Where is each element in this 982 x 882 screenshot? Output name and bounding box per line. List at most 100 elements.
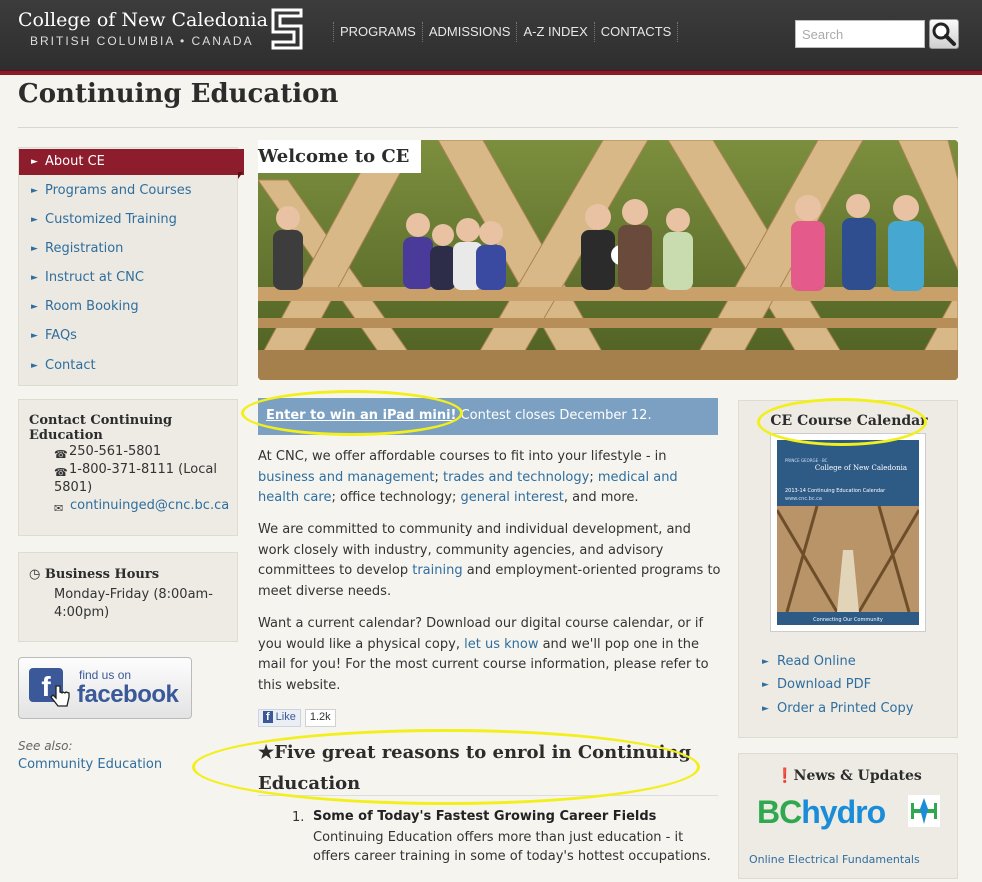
calendar-paragraph: Want a current calendar? Download our di… <box>258 614 722 696</box>
sidebar-item-label: FAQs <box>45 328 77 343</box>
read-online-link[interactable]: Read Online <box>777 654 856 669</box>
like-button[interactable]: f Like <box>258 709 301 727</box>
sidebar-item-label: Contact <box>45 358 96 373</box>
search-button[interactable] <box>929 19 959 49</box>
see-also-label: See also: <box>18 739 73 753</box>
facebook-wordmark: facebook <box>77 681 179 708</box>
search-icon <box>932 22 956 46</box>
tollfree-line: ☎ 1-800-371-8111 (Local <box>54 461 217 479</box>
arrow-right-icon: ► <box>31 157 38 167</box>
cnc-logo-icon[interactable] <box>271 8 303 52</box>
let-us-know-link[interactable]: let us know <box>464 637 538 652</box>
text: ; <box>589 469 598 485</box>
hero-image <box>258 140 958 380</box>
active-item-fold <box>238 172 243 179</box>
tollfree-number: 1-800-371-8111 (Local <box>69 462 217 477</box>
welcome-heading: Welcome to CE <box>258 140 422 173</box>
calendar-cover-image[interactable]: College of New Caledonia PRINCE GEORGE ·… <box>770 433 926 632</box>
text: , and more. <box>563 490 639 505</box>
sidebar-item-programs-courses[interactable]: ► Programs and Courses <box>19 178 239 204</box>
cover-url: www.cnc.bc.ca <box>785 496 822 502</box>
calendar-cover-art: College of New Caledonia PRINCE GEORGE ·… <box>775 440 921 625</box>
electrical-fundamentals-link[interactable]: Online Electrical Fundamentals <box>749 853 920 866</box>
arrow-right-icon: ► <box>31 186 38 196</box>
intro-paragraph: At CNC, we offer affordable courses to f… <box>258 447 722 509</box>
hours-heading-text: Business Hours <box>44 567 160 582</box>
highlight-ellipse-reasons <box>192 729 700 805</box>
email-link[interactable]: continuinged@cnc.bc.ca <box>70 498 229 513</box>
nav-admissions[interactable]: ADMISSIONS <box>421 22 517 42</box>
cover-location: PRINCE GEORGE · BC <box>785 458 828 463</box>
bridge-photo <box>258 140 958 380</box>
like-count: 1.2k <box>304 709 336 727</box>
news-heading: ❗News & Updates <box>739 768 959 784</box>
hand-cursor-icon <box>50 685 70 707</box>
info-icon: ❗ <box>776 768 794 784</box>
email-line: ✉ continuinged@cnc.bc.ca <box>54 497 229 515</box>
text: ; <box>434 469 443 485</box>
highlight-ellipse-contest <box>241 390 463 436</box>
college-name[interactable]: College of New Caledonia <box>18 9 268 31</box>
arrow-right-icon: ► <box>762 704 769 714</box>
nav-contacts[interactable]: CONTACTS <box>593 22 679 42</box>
college-subtitle: BRITISH COLUMBIA • CANADA <box>30 34 254 48</box>
arrow-right-icon: ► <box>31 361 38 371</box>
cover-tagline: Connecting Our Community <box>813 617 883 623</box>
facebook-find-us: find us on <box>79 668 132 682</box>
arrow-right-icon: ► <box>31 273 38 283</box>
bc-text: BC <box>757 794 802 830</box>
cover-title: 2013-14 Continuing Education Calendar <box>785 488 886 494</box>
arrow-right-icon: ► <box>762 657 769 667</box>
hours-line-1: Monday-Friday (8:00am- <box>54 587 213 602</box>
nav-programs[interactable]: PROGRAMS <box>333 22 422 42</box>
order-printed-copy-link[interactable]: Order a Printed Copy <box>777 701 913 716</box>
bc-hydro-icon <box>908 795 940 827</box>
bc-hydro-logo[interactable]: BChydro <box>757 794 940 830</box>
sidebar-item-room-booking[interactable]: ► Room Booking <box>19 294 239 320</box>
reason-title: Some of Today's Fastest Growing Career F… <box>313 809 657 824</box>
arrow-right-icon: ► <box>31 244 38 254</box>
facebook-f-icon: f <box>263 711 273 723</box>
reason-body: Continuing Education offers more than ju… <box>313 830 711 864</box>
top-navigation: PROGRAMS ADMISSIONS A-Z INDEX CONTACTS <box>333 22 679 42</box>
sidebar-item-contact[interactable]: ► Contact <box>19 353 239 379</box>
community-education-link[interactable]: Community Education <box>18 757 162 772</box>
phone-line: ☎ 250-561-5801 <box>54 443 161 461</box>
tollfree-line-2: 5801) <box>54 480 93 495</box>
arrow-right-icon: ► <box>31 331 38 341</box>
general-interest-link[interactable]: general interest <box>460 490 563 505</box>
search-input[interactable]: Search <box>795 20 925 48</box>
sidebar-item-customized-training[interactable]: ► Customized Training <box>19 207 239 233</box>
contest-text: Contest closes December 12. <box>456 408 652 423</box>
trades-link[interactable]: trades and technology <box>443 470 589 485</box>
hours-box: ◷ Business Hours Monday-Friday (8:00am- … <box>18 552 238 642</box>
sidebar-item-label: About CE <box>45 154 105 169</box>
sidebar-item-registration[interactable]: ► Registration <box>19 236 239 262</box>
text: ; office technology; <box>331 490 461 505</box>
highlight-ellipse-calendar <box>757 398 927 446</box>
cover-college: College of New Caledonia <box>815 464 907 472</box>
facebook-like-widget: f Like 1.2k <box>258 709 336 727</box>
envelope-icon: ✉ <box>54 502 64 515</box>
commitment-paragraph: We are committed to community and indivi… <box>258 520 722 602</box>
contact-box: Contact Continuing Education ☎ 250-561-58… <box>18 399 238 536</box>
sidebar-item-label: Customized Training <box>45 212 177 227</box>
sidebar-item-faqs[interactable]: ► FAQs <box>19 323 239 349</box>
sidebar-item-label: Programs and Courses <box>45 183 192 198</box>
header-stripe <box>0 70 982 75</box>
arrow-right-icon: ► <box>762 680 769 690</box>
nav-az-index[interactable]: A-Z INDEX <box>516 22 593 42</box>
hours-line-2: 4:00pm) <box>54 605 110 620</box>
reason-number: 1. <box>292 810 305 825</box>
sidebar-nav: ► About CE ► Programs and Courses ► Customi… <box>18 147 244 386</box>
training-link[interactable]: training <box>412 563 462 578</box>
facebook-button[interactable]: f find us on facebook <box>18 657 192 719</box>
arrow-right-icon: ► <box>31 215 38 225</box>
download-pdf-link[interactable]: Download PDF <box>777 677 871 692</box>
business-link[interactable]: business and management <box>258 470 434 485</box>
hours-heading: ◷ Business Hours <box>29 567 159 582</box>
sidebar-item-instruct[interactable]: ► Instruct at CNC <box>19 265 239 291</box>
hydro-text: hydro <box>801 794 886 830</box>
sidebar-item-about-ce[interactable]: ► About CE <box>19 149 244 175</box>
news-heading-text: News & Updates <box>793 768 922 784</box>
